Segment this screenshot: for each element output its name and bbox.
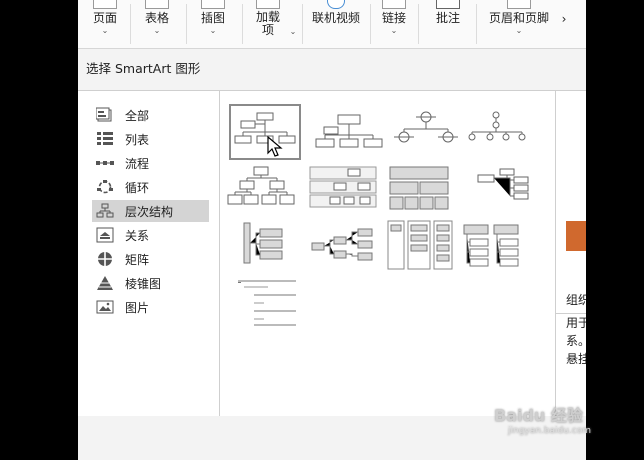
ribbon-link-button[interactable]: 链接 ⌄ xyxy=(376,0,412,46)
category-label: 列表 xyxy=(125,132,150,147)
layout-name-label: 组织 xyxy=(566,293,586,307)
category-all[interactable]: 全部 xyxy=(92,104,209,126)
ribbon-header-footer-button[interactable]: 页眉和页脚 ⌄ xyxy=(482,0,556,46)
link-icon xyxy=(382,0,406,9)
chevron-down-icon: ⌄ xyxy=(209,26,217,35)
globe-icon xyxy=(327,0,345,9)
ribbon-online-video-button[interactable]: 联机视频 xyxy=(306,0,366,46)
header-footer-icon xyxy=(507,0,531,9)
category-label: 流程 xyxy=(125,156,150,171)
category-relationship[interactable]: 关系 xyxy=(92,224,209,246)
mouse-pointer-icon xyxy=(267,135,283,162)
ribbon-comment-button[interactable]: 批注 xyxy=(430,0,466,46)
ribbon: 页面 ⌄ 表格 ⌄ 插图 ⌄ 加载 项 ⌄ 联机视频 链接 ⌄ 批注 页眉和页脚… xyxy=(78,0,586,49)
layout-preview xyxy=(566,221,586,251)
chevron-down-icon: ⌄ xyxy=(101,26,109,35)
ribbon-label: 加载 项 xyxy=(255,10,280,37)
ribbon-label: 链接 xyxy=(381,11,406,25)
layout-name-and-title-org-chart[interactable] xyxy=(314,105,386,161)
chevron-right-icon: › xyxy=(561,12,567,26)
illustrations-icon xyxy=(201,0,225,9)
category-list-item[interactable]: 列表 xyxy=(92,128,209,150)
layout-circle-picture-hierarchy[interactable] xyxy=(390,105,462,161)
category-matrix[interactable]: 矩阵 xyxy=(92,248,209,270)
ribbon-label: 联机视频 xyxy=(311,11,360,25)
chevron-down-icon: ⌄ xyxy=(153,26,161,35)
comment-icon xyxy=(436,0,460,9)
category-label: 层次结构 xyxy=(125,204,174,219)
layout-horizontal-hierarchy[interactable] xyxy=(308,219,380,275)
page-icon xyxy=(93,0,117,9)
list-icon xyxy=(96,131,114,147)
description-line: 系。 xyxy=(566,334,586,348)
chevron-down-icon: ⌄ xyxy=(289,27,297,36)
layout-horizontal-org-chart[interactable] xyxy=(460,163,532,219)
description-line: 悬挂 xyxy=(566,352,586,366)
ribbon-separator xyxy=(370,4,371,44)
category-hierarchy[interactable]: 层次结构 xyxy=(92,200,209,222)
layout-horizontal-labeled-hierarchy[interactable] xyxy=(234,275,306,331)
smartart-window: 页面 ⌄ 表格 ⌄ 插图 ⌄ 加载 项 ⌄ 联机视频 链接 ⌄ 批注 页眉和页脚… xyxy=(78,0,586,460)
layout-description: 用于 系。 悬挂 xyxy=(556,313,586,402)
ribbon-illustrations-button[interactable]: 插图 ⌄ xyxy=(192,0,234,46)
ribbon-label: 页眉和页脚 xyxy=(488,11,549,25)
all-icon xyxy=(96,107,114,123)
ribbon-table-button[interactable]: 表格 ⌄ xyxy=(136,0,178,46)
layout-lined-list[interactable] xyxy=(384,219,456,275)
picture-icon xyxy=(96,299,114,315)
ribbon-label: 批注 xyxy=(435,11,460,25)
category-label: 棱锥图 xyxy=(125,276,162,291)
ribbon-scroll-button[interactable]: › xyxy=(558,12,570,58)
watermark-text: Baidu 经验 xyxy=(494,406,583,425)
ribbon-page-button[interactable]: 页面 ⌄ xyxy=(84,0,126,46)
ribbon-separator xyxy=(130,4,131,44)
category-label: 矩阵 xyxy=(125,252,150,267)
category-label: 关系 xyxy=(125,228,150,243)
layout-table-hierarchy[interactable] xyxy=(384,163,456,219)
addins-icon xyxy=(256,0,280,9)
ribbon-separator xyxy=(418,4,419,44)
ribbon-addins-button[interactable]: 加载 项 xyxy=(248,0,288,46)
category-list: 全部 列表 流程 循环 层次结构 关系 矩阵 棱锥图 图片 xyxy=(78,91,220,416)
watermark: Baidu 经验 jingyan.baidu.com xyxy=(494,402,591,436)
addins-dropdown[interactable]: ⌄ xyxy=(286,26,300,72)
pyramid-icon xyxy=(96,275,114,291)
ribbon-separator xyxy=(302,4,303,44)
category-cycle[interactable]: 循环 xyxy=(92,176,209,198)
ribbon-separator xyxy=(186,4,187,44)
table-icon xyxy=(145,0,169,9)
dialog-title: 选择 SmartArt 图形 xyxy=(86,61,201,76)
category-label: 循环 xyxy=(125,180,150,195)
matrix-icon xyxy=(96,251,114,267)
ribbon-separator xyxy=(242,4,243,44)
layout-labeled-hierarchy[interactable] xyxy=(308,163,380,219)
layout-hierarchy-list[interactable] xyxy=(460,219,532,275)
description-line: 用于 xyxy=(566,316,586,330)
category-label: 图片 xyxy=(125,300,150,315)
process-icon xyxy=(96,155,114,171)
chevron-down-icon: ⌄ xyxy=(390,26,398,35)
ribbon-separator xyxy=(476,4,477,44)
layout-hierarchy[interactable] xyxy=(226,163,298,219)
ribbon-label: 表格 xyxy=(144,11,169,25)
ribbon-label: 页面 xyxy=(92,11,117,25)
layout-hierarchy-dots[interactable] xyxy=(460,105,532,161)
dialog-body: 全部 列表 流程 循环 层次结构 关系 矩阵 棱锥图 图片 组织 用于 系 悬挂 xyxy=(78,90,586,417)
category-label: 全部 xyxy=(125,108,150,123)
watermark-sub: jingyan.baidu.com xyxy=(508,426,592,436)
relationship-icon xyxy=(96,227,114,243)
preview-panel: 组织 用于 系。 悬挂 xyxy=(555,91,586,416)
chevron-down-icon: ⌄ xyxy=(515,26,523,35)
layout-horizontal-multi-level-hierarchy[interactable] xyxy=(230,219,302,275)
cycle-icon xyxy=(96,179,114,195)
ribbon-label: 插图 xyxy=(200,11,225,25)
category-picture[interactable]: 图片 xyxy=(92,296,209,318)
category-pyramid[interactable]: 棱锥图 xyxy=(92,272,209,294)
category-process[interactable]: 流程 xyxy=(92,152,209,174)
layout-organization-chart[interactable] xyxy=(229,104,301,160)
hierarchy-icon xyxy=(96,203,114,219)
